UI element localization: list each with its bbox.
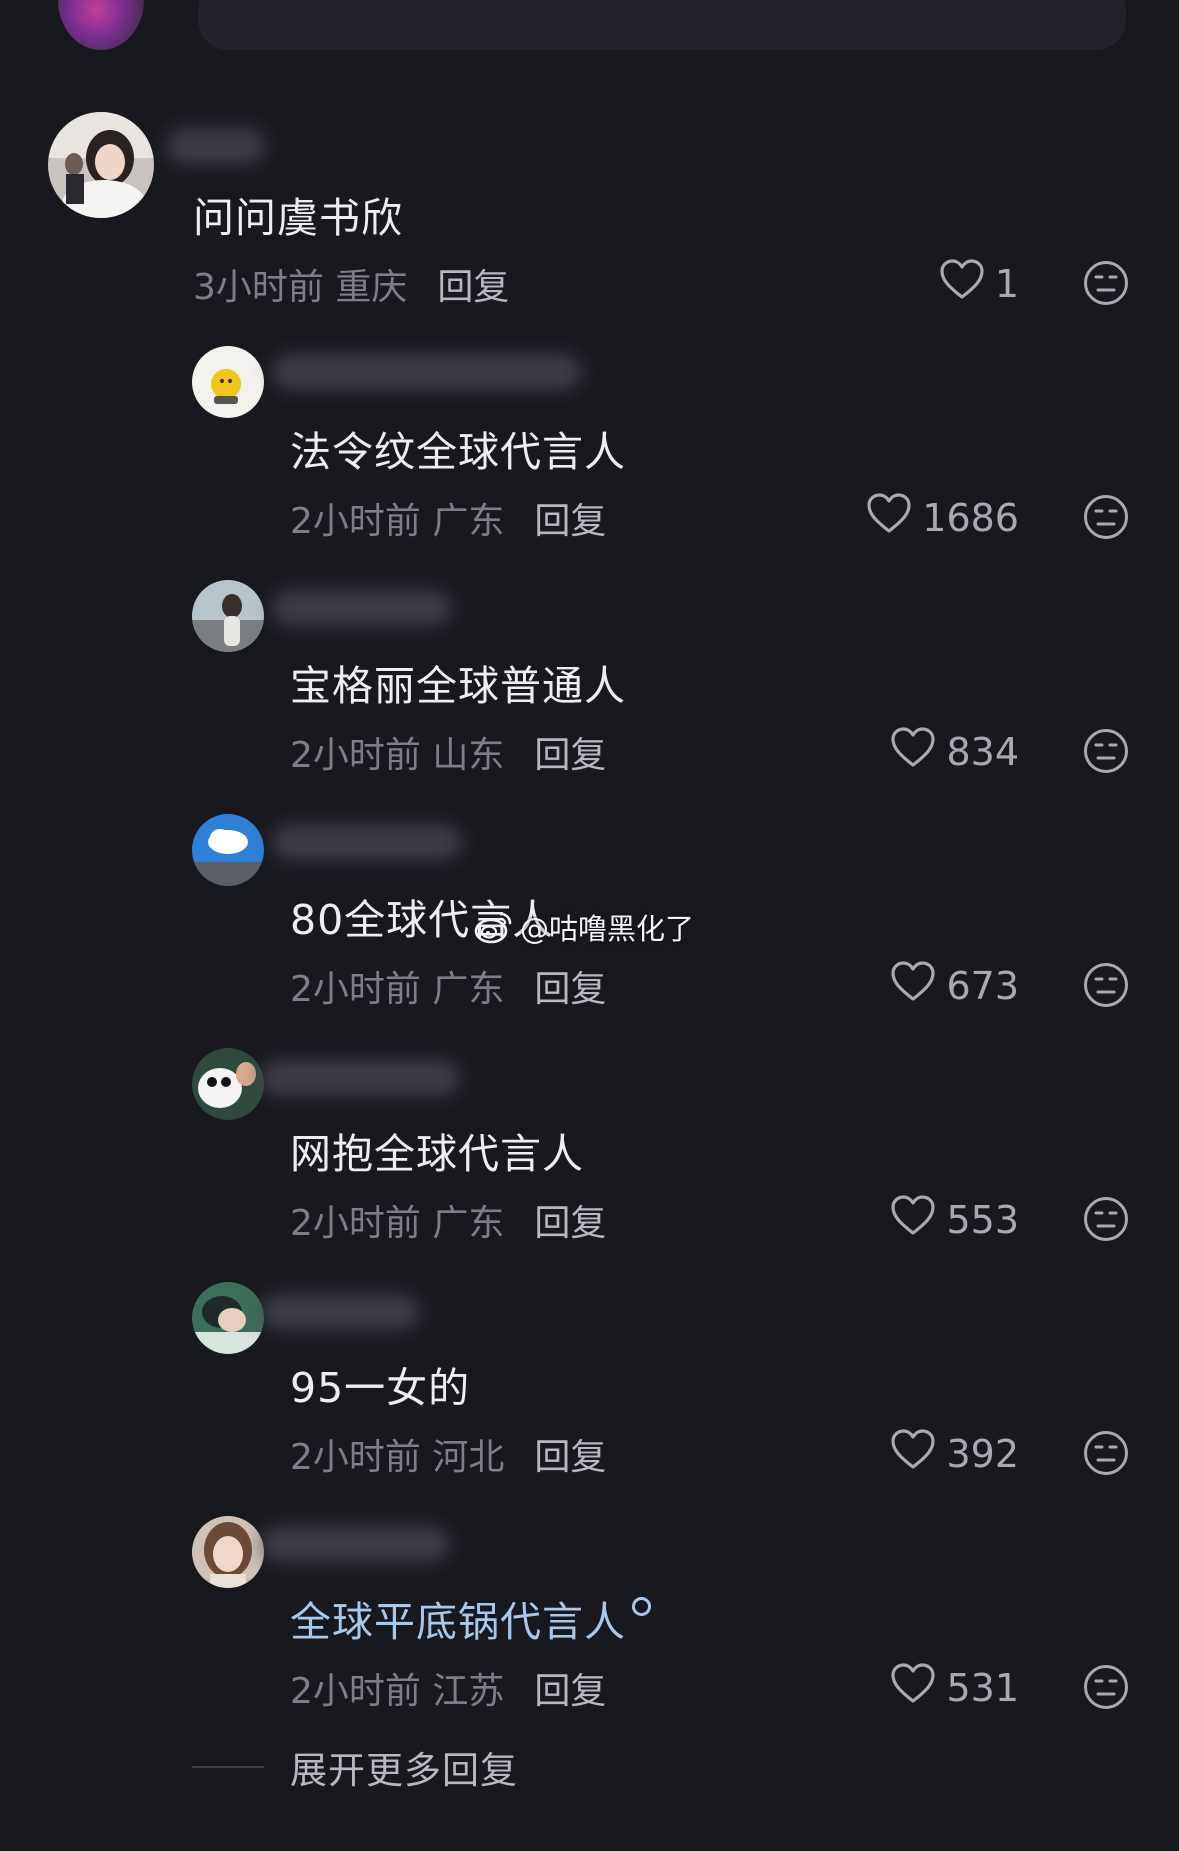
heart-outline-icon bbox=[939, 258, 985, 309]
comment-text: 问问虞书欣 bbox=[193, 194, 403, 242]
reply-button[interactable]: 回复 bbox=[534, 501, 606, 542]
reply-meta: 2小时前 广东 回复 bbox=[290, 960, 606, 1012]
reply-time: 2小时前 bbox=[290, 969, 421, 1010]
like-count: 673 bbox=[946, 963, 1019, 1008]
like-count: 553 bbox=[946, 1197, 1019, 1242]
like-button[interactable]: 1686 bbox=[866, 492, 1019, 543]
username-blurred[interactable] bbox=[260, 1526, 450, 1562]
avatar[interactable] bbox=[192, 580, 264, 652]
heart-outline-icon bbox=[890, 1428, 936, 1479]
meh-face-icon bbox=[1084, 1665, 1128, 1709]
like-count: 1 bbox=[994, 261, 1019, 306]
reply-location: 河北 bbox=[432, 1437, 505, 1478]
heart-outline-icon bbox=[890, 1662, 936, 1713]
expand-more-replies[interactable]: 展开更多回复 bbox=[192, 1740, 518, 1794]
reply-time: 2小时前 bbox=[290, 1671, 421, 1712]
comment-time: 3小时前 bbox=[193, 267, 324, 308]
meh-face-icon bbox=[1084, 729, 1128, 773]
reply-meta: 2小时前 江苏 回复 bbox=[290, 1662, 606, 1714]
reply-time: 2小时前 bbox=[290, 1203, 421, 1244]
reply-location: 广东 bbox=[432, 969, 505, 1010]
avatar[interactable] bbox=[192, 1048, 264, 1120]
meh-face-icon bbox=[1084, 1197, 1128, 1241]
reply-time: 2小时前 bbox=[290, 501, 421, 542]
like-count: 834 bbox=[946, 729, 1019, 774]
heart-outline-icon bbox=[866, 492, 912, 543]
like-button[interactable]: 1 bbox=[939, 258, 1019, 309]
search-icon bbox=[632, 1597, 651, 1616]
like-count: 392 bbox=[946, 1431, 1019, 1476]
comment-meta: 3小时前 重庆 回复 bbox=[193, 258, 509, 310]
like-button[interactable]: 673 bbox=[890, 960, 1019, 1011]
reply-button[interactable]: 回复 bbox=[534, 1671, 606, 1712]
comment-location: 重庆 bbox=[335, 267, 408, 308]
like-count: 1686 bbox=[922, 495, 1019, 540]
reply-location: 山东 bbox=[432, 735, 505, 776]
like-count: 531 bbox=[946, 1665, 1019, 1710]
reply-text: 网抱全球代言人 bbox=[290, 1130, 584, 1178]
heart-outline-icon bbox=[890, 1194, 936, 1245]
dislike-button[interactable] bbox=[1083, 728, 1129, 774]
reply-button[interactable]: 回复 bbox=[534, 1437, 606, 1478]
username-blurred[interactable] bbox=[260, 1060, 460, 1096]
reply-meta: 2小时前 广东 回复 bbox=[290, 492, 606, 544]
reply-meta: 2小时前 广东 回复 bbox=[290, 1194, 606, 1246]
watermark: @咕噜黑化了 bbox=[474, 906, 694, 948]
reply-meta: 2小时前 山东 回复 bbox=[290, 726, 606, 778]
previous-comment-bubble bbox=[198, 0, 1126, 50]
avatar[interactable] bbox=[192, 814, 264, 886]
username-blurred[interactable] bbox=[260, 1294, 420, 1330]
reply-meta: 2小时前 河北 回复 bbox=[290, 1428, 606, 1480]
avatar[interactable] bbox=[192, 1282, 264, 1354]
reply-button[interactable]: 回复 bbox=[534, 1203, 606, 1244]
previous-comment-avatar[interactable] bbox=[58, 0, 144, 50]
heart-outline-icon bbox=[890, 960, 936, 1011]
weibo-logo bbox=[474, 912, 512, 944]
reply-button[interactable]: 回复 bbox=[534, 735, 606, 776]
avatar[interactable] bbox=[48, 112, 154, 218]
avatar[interactable] bbox=[192, 346, 264, 418]
username-blurred[interactable] bbox=[272, 354, 582, 390]
reply-text: 宝格丽全球普通人 bbox=[290, 662, 626, 710]
username-blurred[interactable] bbox=[166, 128, 266, 164]
reply-location: 江苏 bbox=[432, 1671, 505, 1712]
expand-more-label: 展开更多回复 bbox=[290, 1749, 518, 1792]
reply-location: 广东 bbox=[432, 501, 505, 542]
like-button[interactable]: 531 bbox=[890, 1662, 1019, 1713]
dislike-button[interactable] bbox=[1083, 1664, 1129, 1710]
like-button[interactable]: 392 bbox=[890, 1428, 1019, 1479]
meh-face-icon bbox=[1084, 963, 1128, 1007]
divider-line bbox=[192, 1766, 264, 1768]
dislike-button[interactable] bbox=[1083, 260, 1129, 306]
reply-location: 广东 bbox=[432, 1203, 505, 1244]
dislike-button[interactable] bbox=[1083, 1430, 1129, 1476]
reply-text: 全球平底锅代言人 bbox=[290, 1598, 626, 1646]
reply-text-search-link[interactable]: 全球平底锅代言人 bbox=[290, 1588, 651, 1648]
reply-button[interactable]: 回复 bbox=[534, 969, 606, 1010]
reply-text: 95一女的 bbox=[290, 1364, 471, 1412]
meh-face-icon bbox=[1084, 1431, 1128, 1475]
reply-text: 法令纹全球代言人 bbox=[290, 428, 626, 476]
like-button[interactable]: 553 bbox=[890, 1194, 1019, 1245]
heart-outline-icon bbox=[890, 726, 936, 777]
dislike-button[interactable] bbox=[1083, 494, 1129, 540]
like-button[interactable]: 834 bbox=[890, 726, 1019, 777]
username-blurred[interactable] bbox=[272, 590, 452, 626]
dislike-button[interactable] bbox=[1083, 1196, 1129, 1242]
reply-time: 2小时前 bbox=[290, 1437, 421, 1478]
dislike-button[interactable] bbox=[1083, 962, 1129, 1008]
reply-time: 2小时前 bbox=[290, 735, 421, 776]
meh-face-icon bbox=[1084, 495, 1128, 539]
reply-button[interactable]: 回复 bbox=[437, 267, 509, 308]
meh-face-icon bbox=[1084, 261, 1128, 305]
watermark-text: @咕噜黑化了 bbox=[520, 912, 695, 946]
avatar[interactable] bbox=[192, 1516, 264, 1588]
username-blurred[interactable] bbox=[272, 824, 462, 860]
